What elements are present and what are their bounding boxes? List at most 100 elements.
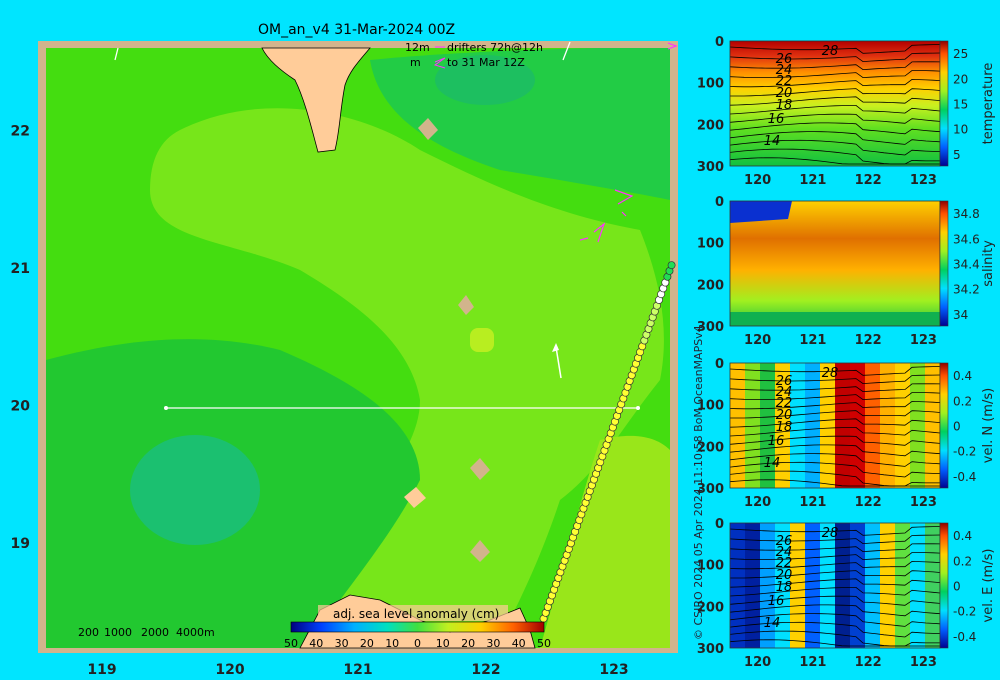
panel-colorbar (939, 362, 949, 489)
contour-label: 28 (822, 526, 839, 541)
section-panel-vel--e--m-s-: 2826242220181614120 121 122 12301002003000.… (697, 517, 996, 670)
contour-label: 14 (764, 134, 781, 149)
velocity-band (745, 363, 761, 488)
ssh-colorbar-tick: 20 (360, 637, 374, 650)
panel-y-tick: 200 (697, 118, 724, 133)
section-panel-vel--n--m-s-: 2826242220181614120 121 122 12301002003000.… (697, 357, 996, 510)
ssh-high-patch (470, 328, 494, 352)
velocity-band (790, 523, 806, 648)
panel-y-tick: 200 (697, 440, 724, 455)
panel-variable-label: salinity (981, 240, 996, 287)
drifter-legend-line1: 12m (405, 41, 430, 54)
panel-x-tick: 123 (910, 333, 937, 348)
ssh-colorbar-tick: 10 (436, 637, 450, 650)
panel-colorbar-tick: 15 (953, 98, 968, 112)
panel-y-tick: 100 (697, 77, 724, 92)
velocity-band (805, 523, 821, 648)
velocity-band (820, 363, 836, 488)
ssh-colorbar-label: adj. sea level anomaly (cm) (333, 607, 499, 621)
panel-x-tick: 120 (744, 495, 771, 510)
panel-colorbar (939, 200, 949, 327)
panel-y-tick: 0 (715, 195, 724, 210)
panel-x-tick: 122 (855, 173, 882, 188)
panel-x-tick: 120 (744, 173, 771, 188)
map-x-tick-label: 121 (343, 662, 372, 678)
panel-variable-label: vel. N (m/s) (981, 388, 996, 463)
map-x-tick-label: 123 (599, 662, 628, 678)
drifter-position (667, 261, 676, 270)
panel-colorbar-tick: 34 (953, 308, 968, 322)
panel-colorbar-tick: 0 (953, 420, 961, 434)
contour-label: 16 (768, 434, 785, 449)
panel-x-tick: 123 (910, 173, 937, 188)
panel-colorbar-tick: 10 (953, 123, 968, 137)
panel-y-tick: 0 (715, 517, 724, 532)
panel-y-tick: 100 (697, 399, 724, 414)
panel-x-tick: 121 (799, 655, 826, 670)
ssh-colorbar-tick: 40 (512, 637, 526, 650)
panel-colorbar-tick: 34.2 (953, 283, 980, 297)
velocity-band (910, 523, 926, 648)
map-x-tick-label: 119 (87, 662, 116, 678)
panel-y-tick: 300 (697, 482, 724, 497)
panel-colorbar-tick: -0.2 (953, 605, 976, 619)
velocity-band (865, 363, 881, 488)
section-start-marker (164, 406, 168, 410)
panel-x-tick: 121 (799, 173, 826, 188)
panel-y-tick: 0 (715, 357, 724, 372)
figure: 119 120 121 122 123 19 20 21 22 OM_an_v4 31-Mar-… (11, 22, 996, 678)
ssh-colorbar-tick: 30 (335, 637, 349, 650)
ssh-map (38, 41, 678, 653)
velocity-band (850, 363, 866, 488)
panel-y-tick: 300 (697, 642, 724, 657)
panel-colorbar-tick: 34.6 (953, 232, 980, 246)
contour-label: 14 (764, 456, 781, 471)
velocity-band (820, 523, 836, 648)
drifter-legend-line2b: to 31 Mar 12Z (447, 56, 525, 69)
ssh-colorbar-gradient (290, 621, 545, 633)
panel-x-tick: 123 (910, 655, 937, 670)
panel-colorbar-tick: 0.4 (953, 529, 972, 543)
panel-colorbar (939, 522, 949, 649)
drifter-legend-line2: m (410, 56, 421, 69)
map-y-tick-label: 19 (11, 536, 30, 552)
panel-colorbar-tick: 20 (953, 72, 968, 86)
section-panel-salinity: 120 121 122 123 0 100 200 300 34 34.2 34.4 34.6 34.8… (697, 195, 996, 348)
bathy-label: 200 (78, 626, 99, 639)
panel-colorbar-tick: 0.2 (953, 554, 972, 568)
section-panel-temperature: 2826242220181614120 121 122 123010020030051… (697, 35, 996, 188)
contour-label: 14 (764, 616, 781, 631)
ssh-colorbar-tick: 50 (284, 637, 298, 650)
panel-y-tick: 0 (715, 35, 724, 50)
contour-label: 18 (776, 420, 793, 435)
map-x-tick-label: 122 (471, 662, 500, 678)
panel-variable-label: temperature (981, 63, 996, 145)
bathy-label: 2000 (141, 626, 169, 639)
panel-colorbar-tick: -0.4 (953, 470, 976, 484)
panel-colorbar-tick: 25 (953, 47, 968, 61)
velocity-band (730, 363, 746, 488)
panel-x-tick: 123 (910, 495, 937, 510)
panel-colorbar (939, 40, 949, 167)
map-y-tick-label: 20 (11, 398, 31, 414)
panel-colorbar-tick: 0.2 (953, 394, 972, 408)
panel-colorbar-tick: 0.4 (953, 369, 972, 383)
panel-y-tick: 300 (697, 160, 724, 175)
contour-label: 16 (768, 112, 785, 127)
contour-label: 28 (822, 44, 839, 59)
velocity-band (805, 363, 821, 488)
panel-colorbar-tick: 0 (953, 580, 961, 594)
panel-x-tick: 121 (799, 495, 826, 510)
contour-label: 16 (768, 594, 785, 609)
drifter-legend-line1b: drifters 72h@12h (447, 41, 543, 54)
velocity-band (790, 363, 806, 488)
ssh-eddy-core (130, 435, 260, 545)
bathy-label: 1000 (104, 626, 132, 639)
velocity-band (910, 363, 926, 488)
panel-y-tick: 300 (697, 320, 724, 335)
ssh-colorbar-tick: 50 (537, 637, 551, 650)
section-panels: 2826242220181614120 121 122 123010020030051… (697, 35, 996, 670)
panel-x-tick: 120 (744, 333, 771, 348)
velocity-band (850, 523, 866, 648)
map-title: OM_an_v4 31-Mar-2024 00Z (258, 22, 455, 38)
